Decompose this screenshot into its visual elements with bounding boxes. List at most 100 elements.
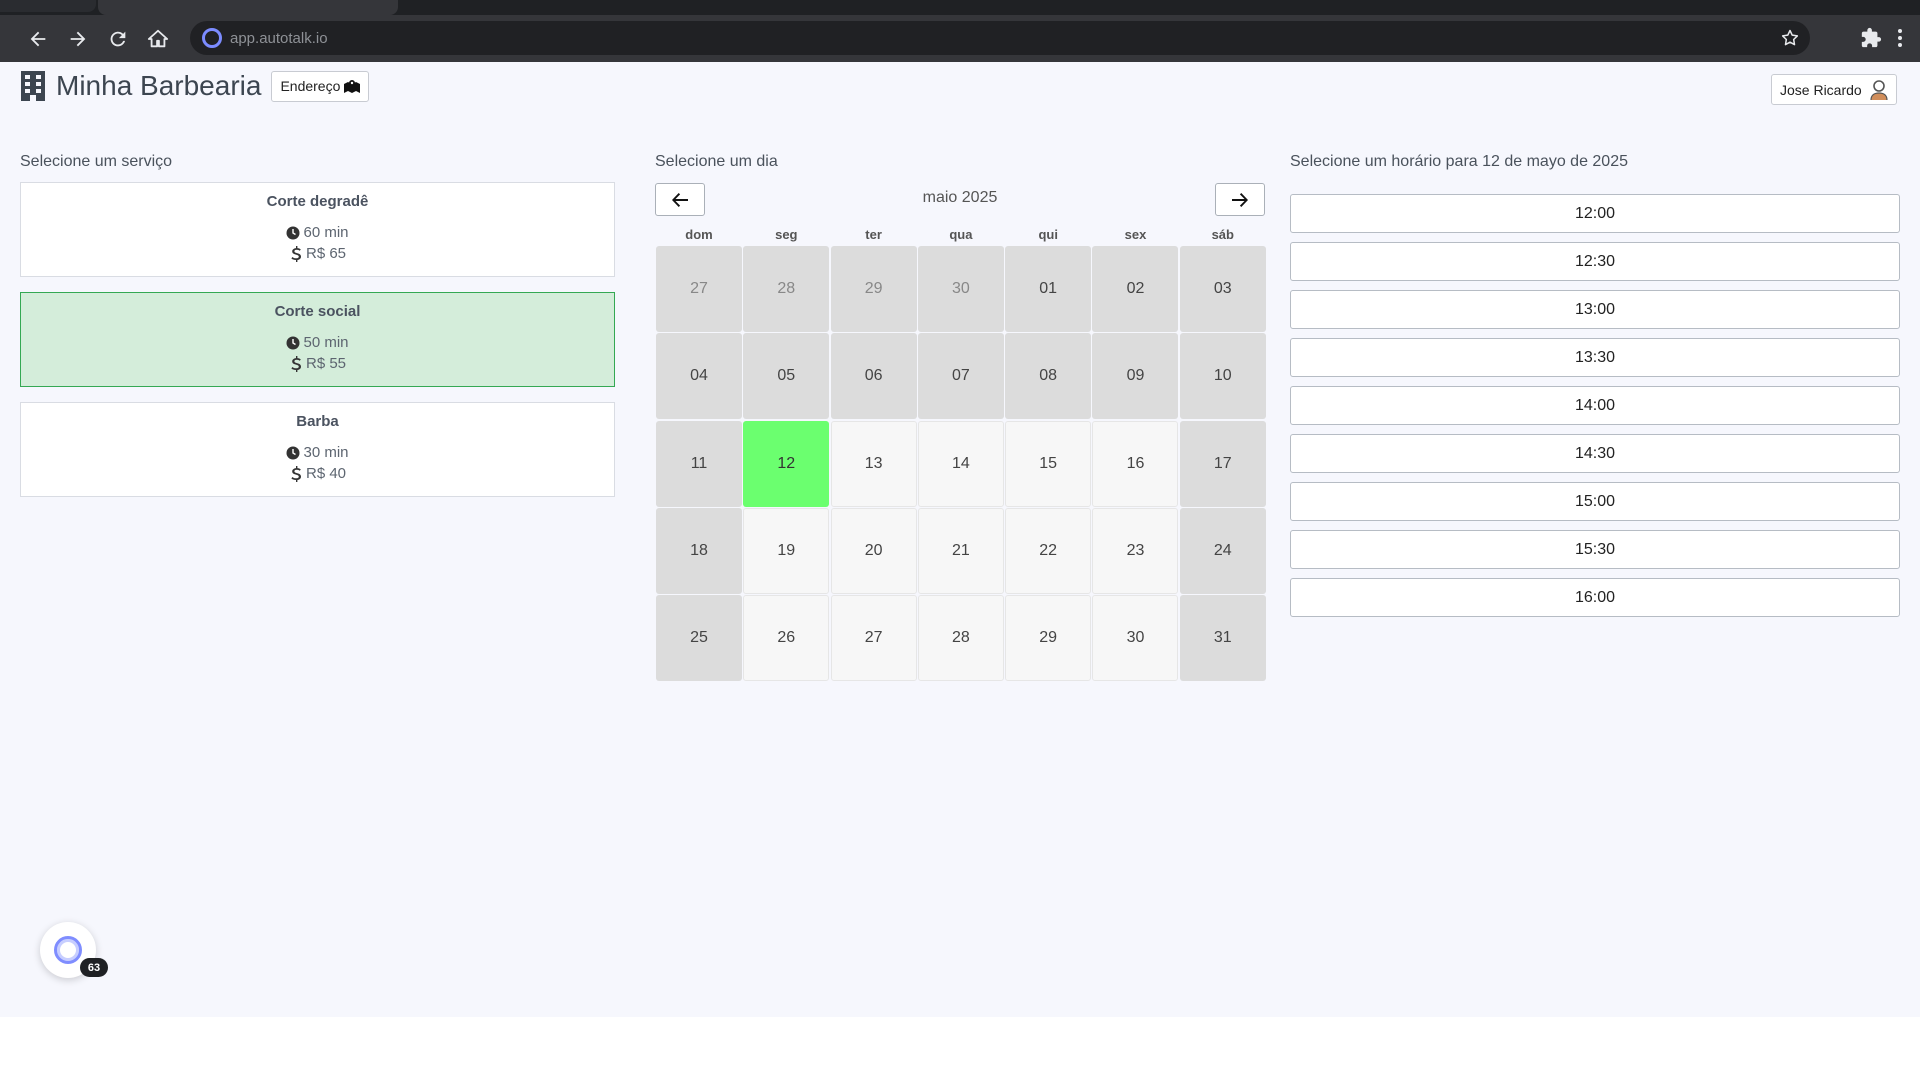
user-avatar-icon bbox=[1870, 79, 1888, 100]
time-slot-button[interactable]: 13:30 bbox=[1290, 338, 1900, 377]
service-price: R$ 40 bbox=[305, 465, 347, 482]
calendar-day: 04 bbox=[656, 333, 742, 420]
calendar-day: 24 bbox=[1179, 507, 1266, 594]
service-card[interactable]: Corte social 50 min R$ 55 bbox=[20, 292, 615, 387]
star-icon[interactable] bbox=[1780, 28, 1800, 48]
time-slot-button[interactable]: 13:00 bbox=[1290, 290, 1900, 329]
service-price-row: R$ 65 bbox=[21, 245, 614, 262]
calendar-day: 17 bbox=[1179, 420, 1266, 507]
service-name: Corte social bbox=[274, 303, 361, 320]
service-duration-row: 30 min bbox=[21, 444, 614, 461]
back-button[interactable] bbox=[18, 19, 58, 59]
calendar-day[interactable]: 15 bbox=[1005, 420, 1092, 507]
arrow-right-icon bbox=[1232, 192, 1248, 207]
building-icon bbox=[21, 71, 45, 101]
address-bar[interactable]: app.autotalk.io bbox=[190, 21, 1810, 55]
service-price-row: R$ 55 bbox=[21, 355, 614, 372]
clock-icon bbox=[286, 446, 300, 460]
weekday-label: qua bbox=[949, 227, 973, 242]
reload-button[interactable] bbox=[98, 19, 138, 59]
arrow-right-icon bbox=[70, 31, 86, 46]
brand-header: Minha Barbearia Endereço bbox=[20, 70, 370, 102]
calendar-day: 07 bbox=[917, 333, 1004, 420]
calendar-day[interactable]: 27 bbox=[830, 595, 917, 682]
service-duration: 30 min bbox=[303, 444, 349, 461]
time-slot-button[interactable]: 15:30 bbox=[1290, 530, 1900, 569]
calendar-day[interactable]: 16 bbox=[1092, 420, 1179, 507]
calendar-day[interactable]: 21 bbox=[917, 507, 1004, 594]
page-footer-area bbox=[0, 1017, 1920, 1080]
next-month-button[interactable] bbox=[1215, 183, 1265, 216]
service-price: R$ 65 bbox=[305, 245, 347, 262]
calendar-day[interactable]: 20 bbox=[830, 507, 917, 594]
dollar-icon bbox=[289, 245, 303, 262]
calendar-day: 09 bbox=[1092, 333, 1179, 420]
calendar-day[interactable]: 29 bbox=[1005, 595, 1092, 682]
time-slot-button[interactable]: 14:00 bbox=[1290, 386, 1900, 425]
browser-menu-button[interactable] bbox=[1888, 21, 1912, 55]
service-duration-row: 50 min bbox=[21, 334, 614, 351]
time-slot-button[interactable]: 16:00 bbox=[1290, 578, 1900, 617]
time-slot-button[interactable]: 12:00 bbox=[1290, 194, 1900, 233]
weekday-label: dom bbox=[685, 227, 713, 242]
site-icon bbox=[202, 28, 222, 48]
url-text: app.autotalk.io bbox=[230, 29, 328, 47]
forward-button[interactable] bbox=[58, 19, 98, 59]
calendar-day[interactable]: 26 bbox=[743, 595, 830, 682]
calendar-day: 25 bbox=[656, 595, 742, 682]
service-price: R$ 55 bbox=[305, 355, 347, 372]
extensions-button[interactable] bbox=[1854, 21, 1888, 55]
clock-icon bbox=[286, 226, 300, 240]
dollar-icon bbox=[289, 465, 303, 482]
puzzle-icon bbox=[1861, 27, 1882, 48]
service-card[interactable]: Corte degradê 60 min R$ 65 bbox=[20, 182, 615, 277]
calendar-day[interactable]: 19 bbox=[743, 507, 830, 594]
time-slot-button[interactable]: 14:30 bbox=[1290, 434, 1900, 473]
calendar-day[interactable]: 30 bbox=[1092, 595, 1179, 682]
home-icon bbox=[147, 29, 169, 47]
tab-strip bbox=[0, 0, 1920, 15]
booking-page: Minha Barbearia Endereço Jose Ricardo Se… bbox=[0, 62, 1920, 1017]
calendar-day: 11 bbox=[656, 420, 742, 507]
weekday-label: qui bbox=[1038, 227, 1058, 242]
calendar-day: 31 bbox=[1179, 595, 1266, 682]
calendar-day: 27 bbox=[656, 246, 742, 332]
browser-tab-previous[interactable] bbox=[0, 0, 96, 12]
user-name: Jose Ricardo bbox=[1780, 81, 1862, 98]
calendar-day[interactable]: 13 bbox=[830, 420, 917, 507]
browser-tab-active[interactable] bbox=[98, 0, 398, 15]
weekday-header: dom seg ter qua qui sex sáb bbox=[656, 227, 1266, 242]
calendar-month-label: maio 2025 bbox=[922, 189, 998, 206]
service-name: Barba bbox=[296, 413, 339, 430]
calendar-heading: Selecione um dia bbox=[655, 153, 778, 170]
weekday-label: sáb bbox=[1211, 227, 1234, 242]
weekday-label: ter bbox=[865, 227, 882, 242]
calendar-days-grid: 27 28 29 30 01 02 03 04 05 06 07 08 09 10 11 12 13 14 15 16… bbox=[656, 246, 1266, 682]
service-card[interactable]: Barba 30 min R$ 40 bbox=[20, 402, 615, 497]
calendar-day[interactable]: 23 bbox=[1092, 507, 1179, 594]
dollar-icon bbox=[289, 355, 303, 372]
calendar-day: 30 bbox=[917, 246, 1004, 332]
service-duration-row: 60 min bbox=[21, 224, 614, 241]
calendar-day[interactable]: 14 bbox=[917, 420, 1004, 507]
address-button[interactable]: Endereço bbox=[271, 70, 370, 102]
calendar-day[interactable]: 22 bbox=[1005, 507, 1092, 594]
address-button-label: Endereço bbox=[280, 78, 341, 94]
arrow-left-icon bbox=[30, 31, 46, 46]
time-slot-button[interactable]: 15:00 bbox=[1290, 482, 1900, 521]
calendar-day: 01 bbox=[1005, 246, 1092, 332]
browser-toolbar: app.autotalk.io bbox=[0, 15, 1920, 62]
time-slot-button[interactable]: 12:30 bbox=[1290, 242, 1900, 281]
previous-month-button[interactable] bbox=[655, 183, 705, 216]
service-price-row: R$ 40 bbox=[21, 465, 614, 482]
page-title: Minha Barbearia bbox=[56, 70, 262, 101]
arrow-left-icon bbox=[672, 192, 688, 207]
service-duration: 50 min bbox=[303, 334, 349, 351]
home-button[interactable] bbox=[138, 19, 178, 59]
kebab-menu-icon bbox=[1898, 29, 1902, 47]
calendar-day[interactable]: 28 bbox=[917, 595, 1004, 682]
calendar-day[interactable]: 12 bbox=[743, 420, 830, 507]
calendar-day: 08 bbox=[1005, 333, 1092, 420]
reload-icon bbox=[110, 31, 126, 46]
user-menu-button[interactable]: Jose Ricardo bbox=[1771, 74, 1897, 105]
